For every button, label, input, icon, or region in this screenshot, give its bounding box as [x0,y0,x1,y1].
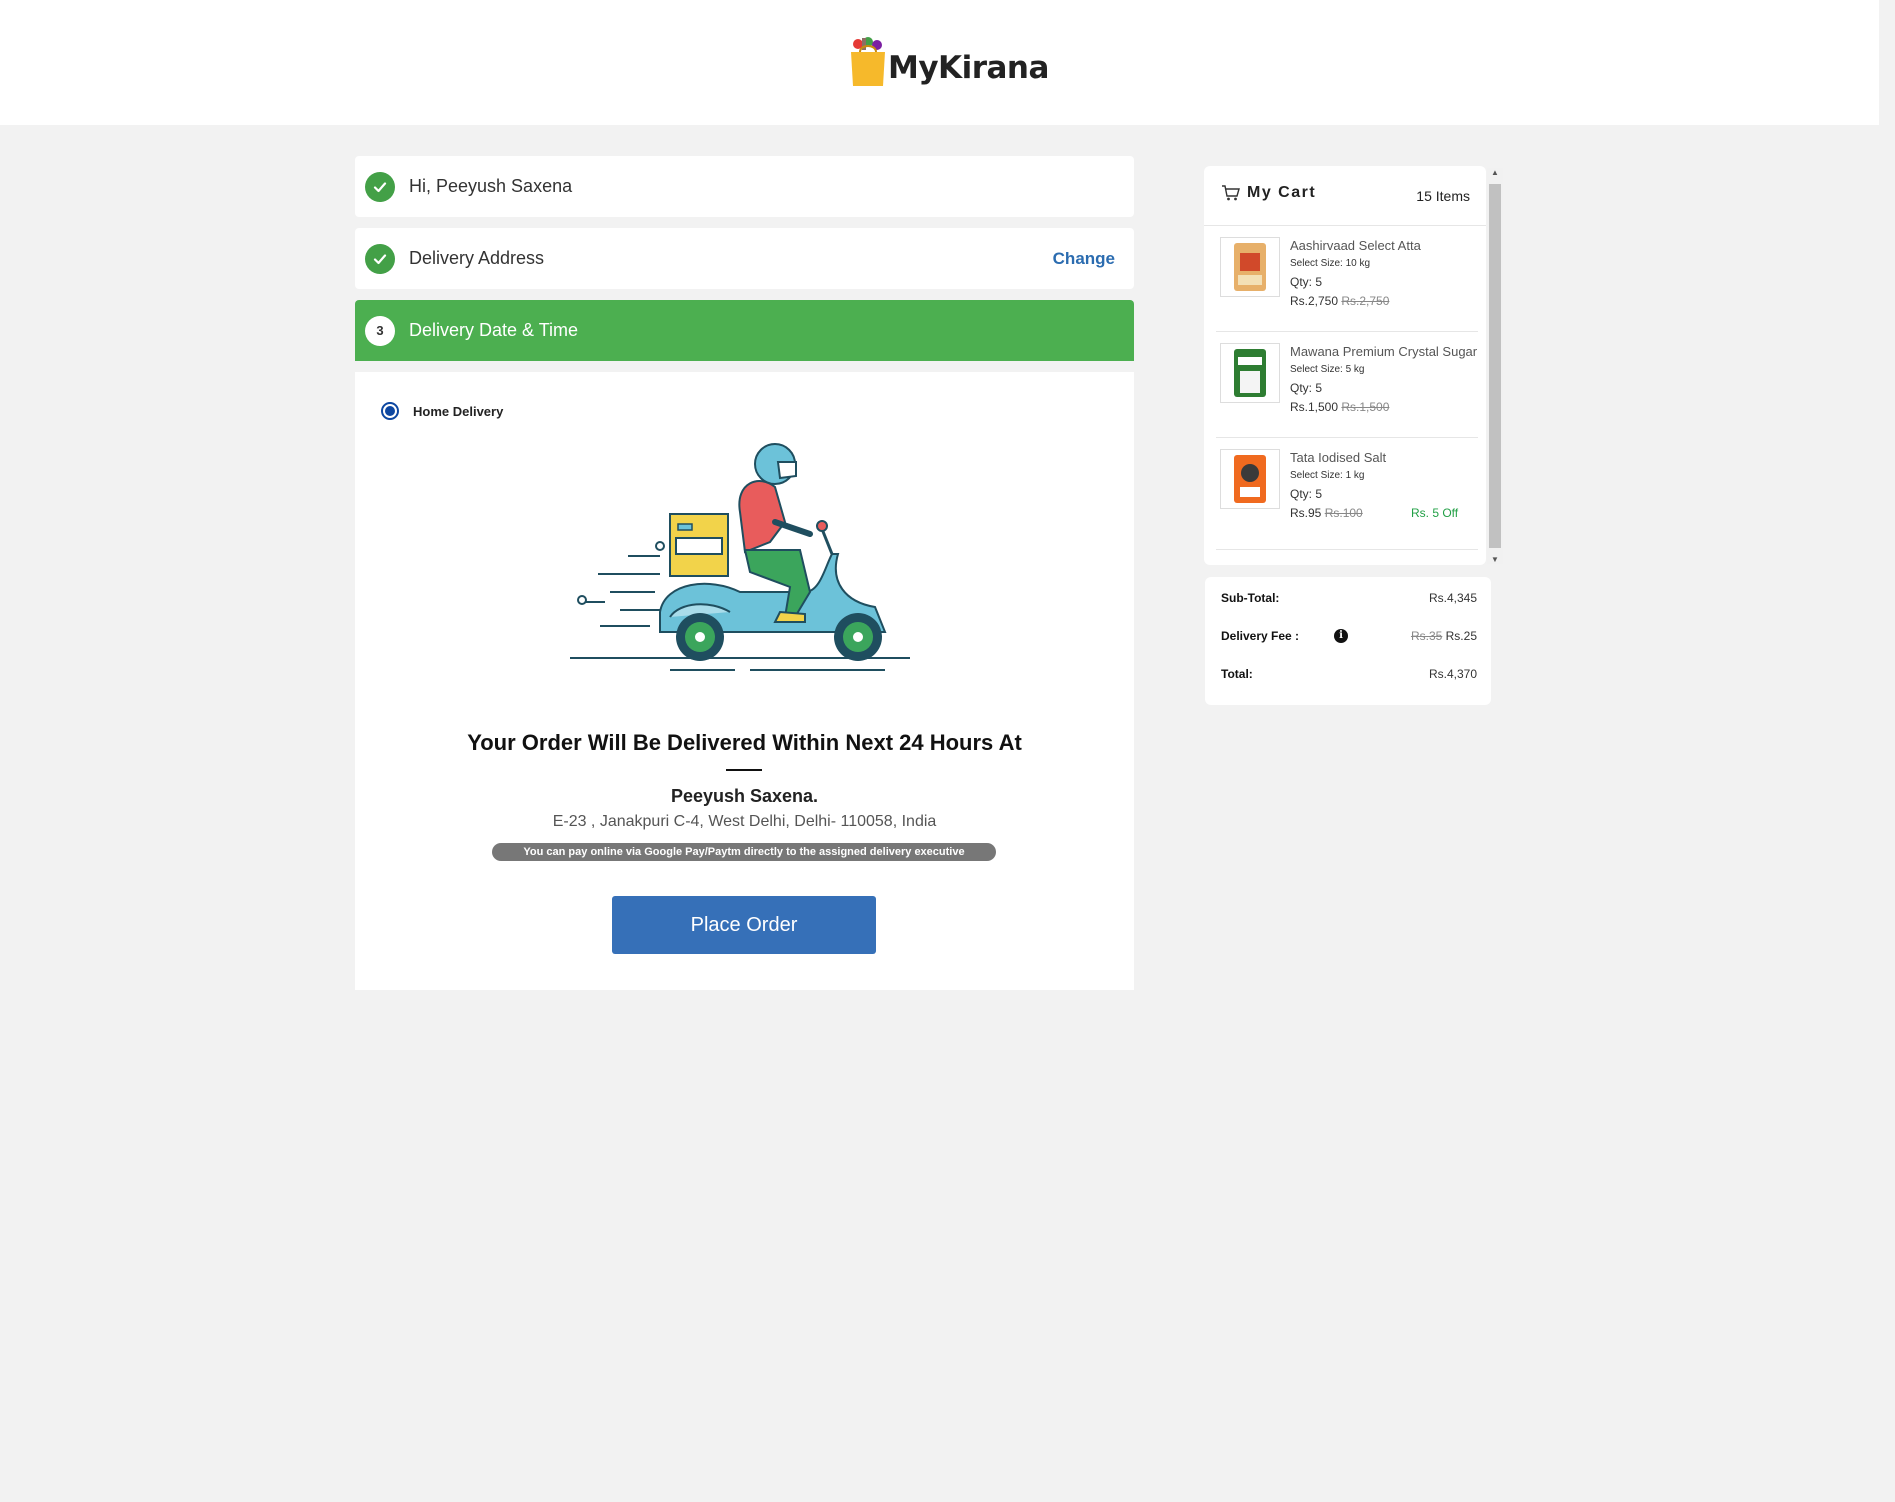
customer-name: Peeyush Saxena. [670,786,819,806]
headline-divider [726,769,762,771]
cart-icon [1222,185,1240,201]
product-image [1220,237,1280,297]
item-name: Mawana Premium Crystal Sugar [1290,344,1478,359]
product-image [1220,343,1280,403]
home-delivery-radio[interactable] [381,402,399,420]
item-name: Aashirvaad Select Atta [1290,238,1421,253]
subtotal-row: Sub-Total: Rs.4,345 [1221,591,1477,605]
delivery-headline: Your Order Will Be Delivered Within Next… [467,730,1022,755]
total-value: Rs.4,370 [1428,667,1477,681]
delivery-scooter-illustration [570,443,910,671]
delivery-panel: Home Delivery Your Order Will Be Deliver… [355,372,1134,990]
check-icon [365,171,395,202]
step-datetime-label: Delivery Date & Time [409,320,579,340]
home-delivery-option[interactable]: Home Delivery [381,402,503,420]
item-qty: Qty: 5 [1290,381,1323,395]
item-price: Rs.2,750 Rs.2,750 [1290,294,1390,308]
info-icon[interactable]: i [1334,629,1348,643]
item-size: Select Size: 1 kg [1290,470,1365,481]
scroll-thumb[interactable] [1489,184,1501,548]
place-order-button[interactable]: Place Order [612,896,876,954]
home-delivery-label: Home Delivery [413,403,504,419]
cart-title: My Cart [1247,184,1317,201]
item-size: Select Size: 5 kg [1290,364,1365,375]
cart-item[interactable]: Mawana Premium Crystal Sugar Select Size… [1216,332,1478,438]
payment-note-badge: You can pay online via Google Pay/Paytm … [492,843,996,861]
item-price: Rs.95 Rs.100 [1290,506,1363,520]
item-price: Rs.1,500 Rs.1,500 [1290,400,1390,414]
delivery-fee-value: Rs.35 Rs.25 [1410,629,1477,643]
cart-item[interactable]: Aashirvaad Select Atta Select Size: 10 k… [1216,226,1478,332]
step-address-label: Delivery Address [409,248,545,268]
site-header: MyKirana [0,0,1879,125]
cart-header: My Cart 15 Items [1204,166,1486,226]
total-row: Total: Rs.4,370 [1221,667,1477,681]
delivery-address-text: E-23 , Janakpuri C-4, West Delhi, Delhi-… [552,813,937,830]
item-offer: Rs. 5 Off [1411,506,1459,520]
item-qty: Qty: 5 [1290,275,1323,289]
brand-logo[interactable]: MyKirana [848,32,1049,88]
page-scrollbar[interactable] [1879,0,1895,1502]
order-summary: Sub-Total: Rs.4,345 Delivery Fee : i Rs.… [1205,577,1491,705]
scroll-down-icon[interactable]: ▼ [1491,555,1499,564]
item-qty: Qty: 5 [1290,487,1323,501]
item-name: Tata Iodised Salt [1290,450,1387,465]
product-image [1220,449,1280,509]
cart-panel: My Cart 15 Items Aashirvaad Select Atta … [1204,166,1486,565]
step-number: 3 [365,315,395,346]
brand-name: MyKirana [888,50,1049,86]
step-address: Delivery Address Change [355,228,1134,289]
subtotal-value: Rs.4,345 [1428,591,1477,605]
step-login: Hi, Peeyush Saxena [355,156,1134,217]
cart-scrollbar[interactable]: ▲ ▼ [1487,168,1503,564]
check-icon [365,243,395,274]
step-login-label: Hi, Peeyush Saxena [409,176,573,196]
delivery-fee-row: Delivery Fee : i Rs.35 Rs.25 [1221,629,1477,643]
step-delivery-datetime: 3 Delivery Date & Time [355,300,1134,361]
cart-item-count: 15 Items [1416,188,1470,204]
change-address-link[interactable]: Change [1053,249,1115,269]
scroll-up-icon[interactable]: ▲ [1491,168,1499,177]
cart-item[interactable]: Tata Iodised Salt Select Size: 1 kg Qty:… [1216,438,1478,550]
item-size: Select Size: 10 kg [1290,258,1371,269]
grocery-bag-icon [848,36,888,88]
